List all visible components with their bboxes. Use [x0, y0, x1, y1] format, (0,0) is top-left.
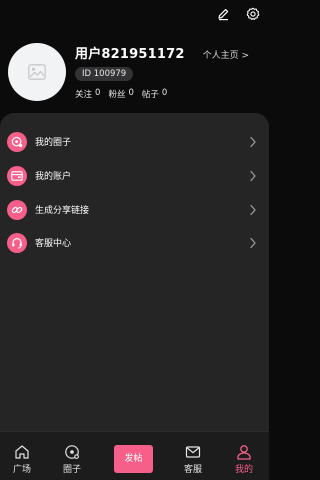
circle-group-icon [7, 132, 27, 152]
settings-icon[interactable] [245, 6, 261, 22]
stat-label: 关注 [75, 90, 93, 100]
home-icon [15, 445, 29, 459]
user-id-badge: ID 100979 [75, 67, 134, 81]
tab-circles[interactable]: 圈子 [52, 432, 92, 480]
tab-label: 圈子 [62, 465, 81, 475]
menu-item-my-account[interactable]: 我的账户 [0, 160, 269, 192]
stat-followers[interactable]: 粉丝 0 [108, 88, 133, 100]
header-actions [215, 6, 261, 22]
username: 用户821951172 [75, 47, 185, 62]
tab-mine[interactable]: 我的 [224, 432, 264, 480]
post-button[interactable]: 发帖 [114, 445, 153, 473]
edit-icon[interactable] [215, 6, 231, 22]
tab-label: 客服 [183, 465, 202, 475]
stat-value: 0 [95, 88, 101, 98]
stat-posts[interactable]: 帖子 0 [142, 88, 167, 100]
menu-item-my-circles[interactable]: 我的圈子 [0, 126, 269, 158]
menu-item-customer-service[interactable]: 客服中心 [0, 227, 269, 259]
menu-item-label: 生成分享链接 [35, 206, 90, 216]
stat-value: 0 [128, 88, 134, 98]
stat-label: 帖子 [141, 90, 159, 100]
menu-item-label: 我的账户 [35, 172, 72, 182]
stat-following[interactable]: 关注 0 [75, 88, 100, 100]
chevron-right-icon [250, 170, 256, 182]
stat-value: 0 [161, 88, 168, 98]
tab-square[interactable]: 广场 [2, 432, 42, 480]
menu-item-share-link[interactable]: 生成分享链接 [0, 194, 269, 226]
wallet-icon [7, 166, 27, 186]
circle-icon [65, 445, 79, 459]
tab-label: 我的 [234, 465, 253, 475]
homepage-link[interactable]: 个人主页 > [203, 48, 249, 61]
tab-service[interactable]: 客服 [173, 432, 213, 480]
menu-card: 我的圈子 我的账户 生成分享链接 客服中心 [0, 113, 269, 431]
avatar[interactable] [8, 43, 66, 101]
menu-item-label: 客服中心 [35, 239, 72, 249]
stat-label: 粉丝 [108, 90, 126, 100]
profile-header: 用户821951172 个人主页 > ID 100979 关注 0 粉丝 0 帖… [8, 40, 261, 110]
mail-icon [185, 446, 201, 458]
user-stats: 关注 0 粉丝 0 帖子 0 [75, 88, 167, 100]
chevron-right-icon [250, 237, 256, 249]
link-icon [7, 200, 27, 220]
chevron-right-icon [250, 136, 256, 148]
chevron-right-icon [250, 204, 256, 216]
image-placeholder-icon [28, 64, 46, 80]
profile-page: 用户821951172 个人主页 > ID 100979 关注 0 粉丝 0 帖… [0, 0, 269, 480]
headset-icon [7, 233, 27, 253]
bottom-tab-bar: 广场 圈子 发帖 客服 我的 [0, 431, 269, 480]
user-icon [237, 445, 251, 460]
tab-label: 广场 [12, 465, 31, 475]
menu-item-label: 我的圈子 [35, 138, 72, 148]
